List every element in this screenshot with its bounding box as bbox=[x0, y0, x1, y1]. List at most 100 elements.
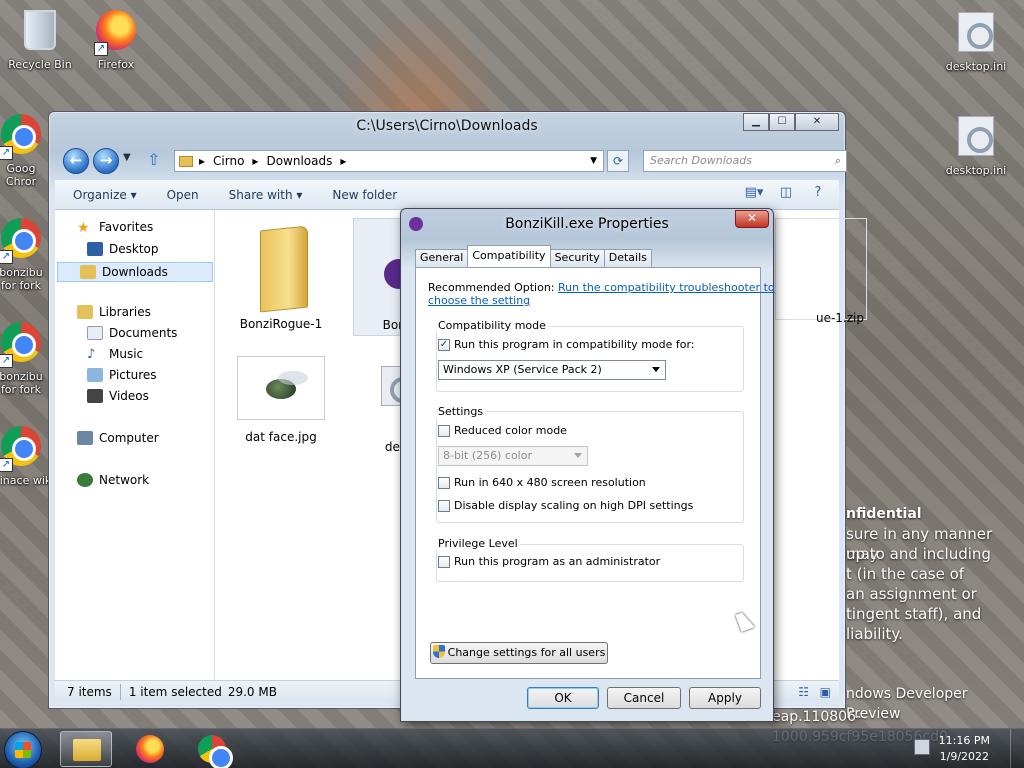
desktop-icon-bonzibuddy-2[interactable]: ↗ bonzibu for fork bbox=[0, 320, 52, 396]
desktop-icon-desktop-ini-1[interactable]: desktop.ini bbox=[936, 10, 1016, 73]
nav-pictures[interactable]: Pictures bbox=[87, 368, 157, 382]
breadcrumb-separator-icon[interactable]: ▸ bbox=[252, 154, 258, 168]
preview-pane-icon[interactable]: ◫ bbox=[775, 185, 797, 203]
tab-compatibility[interactable]: Compatibility bbox=[467, 245, 551, 267]
compat-os-select[interactable]: Windows XP (Service Pack 2) bbox=[438, 360, 666, 380]
maximize-button[interactable]: ☐ bbox=[769, 113, 795, 131]
nav-music[interactable]: ♪ Music bbox=[87, 347, 144, 362]
ok-button[interactable]: OK bbox=[527, 687, 599, 709]
file-item-bonzirogue-folder[interactable]: BonziRogue-1 bbox=[235, 218, 327, 331]
nav-libraries[interactable]: Libraries bbox=[77, 305, 151, 319]
checkbox-icon bbox=[438, 424, 450, 437]
checkbox-label: Disable display scaling on high DPI sett… bbox=[454, 499, 694, 512]
notification-area-icon[interactable] bbox=[914, 739, 930, 755]
apply-button[interactable]: Apply bbox=[689, 687, 761, 709]
privilege-label: Privilege Level bbox=[436, 537, 520, 550]
dialog-close-button[interactable]: ✕ bbox=[735, 210, 769, 228]
details-view-icon[interactable]: ☷ bbox=[798, 685, 809, 699]
desktop-icon-label: Recycle Bin bbox=[8, 58, 72, 71]
watermark-line: an assignment or bbox=[846, 585, 977, 603]
desktop-icon-chrome[interactable]: ↗ Goog Chror bbox=[0, 112, 52, 188]
desktop-icon-bonzibuddy-1[interactable]: ↗ bonzibu for fork bbox=[0, 216, 52, 292]
new-folder-button[interactable]: New folder bbox=[332, 188, 397, 202]
desktop-icon-recycle-bin[interactable]: Recycle Bin bbox=[0, 8, 80, 71]
selection-count: 1 item selected bbox=[128, 684, 222, 699]
run-as-admin-checkbox[interactable]: Run this program as an administrator bbox=[438, 555, 660, 568]
nav-documents[interactable]: Documents bbox=[87, 326, 177, 340]
troubleshooter-link-line2[interactable]: choose the setting bbox=[428, 294, 530, 307]
nav-downloads[interactable]: Downloads bbox=[57, 262, 213, 282]
nav-network[interactable]: Network bbox=[77, 473, 149, 487]
file-item-dat-face[interactable]: dat face.jpg bbox=[235, 356, 327, 444]
clock[interactable]: 11:16 PM 1/9/2022 bbox=[939, 733, 990, 765]
star-icon: ★ bbox=[77, 220, 90, 236]
tab-details[interactable]: Details bbox=[603, 249, 652, 267]
breadcrumb-cirno[interactable]: Cirno bbox=[213, 154, 244, 168]
color-depth-select: 8-bit (256) color bbox=[438, 446, 588, 466]
computer-icon bbox=[77, 431, 93, 445]
shortcut-arrow-icon: ↗ bbox=[0, 250, 13, 264]
address-dropdown-icon[interactable]: ▼ bbox=[590, 156, 597, 166]
breadcrumb-separator-icon[interactable]: ▸ bbox=[199, 154, 205, 168]
properties-dialog[interactable]: BonziKill.exe Properties ✕ General Compa… bbox=[400, 208, 775, 722]
minimize-button[interactable]: ▁ bbox=[743, 113, 769, 131]
nav-computer[interactable]: Computer bbox=[77, 431, 159, 445]
close-button[interactable]: ✕ bbox=[795, 113, 839, 131]
shortcut-arrow-icon: ↗ bbox=[94, 42, 108, 56]
desktop-icon-desktop-ini-2[interactable]: desktop.ini bbox=[936, 114, 1016, 177]
checkbox-icon bbox=[438, 499, 450, 512]
up-arrow-icon[interactable]: ⇧ bbox=[147, 150, 160, 169]
network-icon bbox=[77, 473, 93, 487]
forward-button[interactable]: → bbox=[93, 148, 119, 174]
selection-size: 29.0 MB bbox=[227, 684, 277, 699]
reduced-color-checkbox[interactable]: Reduced color mode bbox=[438, 424, 567, 437]
taskbar-chrome[interactable] bbox=[186, 731, 238, 768]
taskbar-explorer[interactable] bbox=[60, 731, 112, 767]
watermark-line: liability. bbox=[846, 625, 903, 643]
tab-general[interactable]: General bbox=[415, 249, 469, 267]
help-icon[interactable]: ? bbox=[807, 185, 829, 203]
refresh-button[interactable]: ⟳ bbox=[607, 150, 629, 172]
open-button[interactable]: Open bbox=[167, 188, 199, 202]
troubleshooter-link[interactable]: Run the compatibility troubleshooter to bbox=[558, 281, 775, 294]
file-item-bonzirogue-zip[interactable]: ue-1.zip bbox=[775, 218, 867, 325]
compat-mode-checkbox[interactable]: ✓ Run this program in compatibility mode… bbox=[438, 338, 695, 351]
recent-pages-chevron-icon[interactable]: ▼ bbox=[123, 152, 131, 163]
checkbox-label: Run in 640 x 480 screen resolution bbox=[454, 476, 646, 489]
caption-buttons: ▁ ☐ ✕ bbox=[743, 113, 839, 131]
cancel-button[interactable]: Cancel bbox=[607, 687, 681, 709]
nav-videos[interactable]: Videos bbox=[87, 389, 149, 403]
dpi-scaling-checkbox[interactable]: Disable display scaling on high DPI sett… bbox=[438, 499, 693, 512]
breadcrumb-downloads[interactable]: Downloads bbox=[266, 154, 332, 168]
settings-label: Settings bbox=[436, 405, 486, 418]
search-icon[interactable]: ⌕ bbox=[835, 151, 841, 171]
desktop-icon-firefox[interactable]: ↗ Firefox bbox=[76, 8, 156, 71]
tab-security[interactable]: Security bbox=[549, 249, 605, 267]
nav-desktop[interactable]: Desktop bbox=[87, 242, 159, 256]
desktop-icon-label: Firefox bbox=[97, 58, 135, 71]
compat-mode-label: Compatibility mode bbox=[436, 319, 548, 332]
breadcrumb-separator-icon[interactable]: ▸ bbox=[340, 154, 346, 168]
res-640-checkbox[interactable]: Run in 640 x 480 screen resolution bbox=[438, 476, 646, 489]
nav-favorites[interactable]: ★ Favorites bbox=[77, 220, 153, 236]
change-view-icon[interactable]: ▤▾ bbox=[743, 185, 765, 203]
address-bar[interactable]: ▸ Cirno ▸ Downloads ▸ ▼ bbox=[174, 150, 604, 172]
back-button[interactable]: ← bbox=[63, 148, 89, 174]
share-with-menu[interactable]: Share with ▾ bbox=[229, 188, 303, 202]
nav-label: Documents bbox=[109, 326, 178, 340]
large-icons-view-icon[interactable]: ▣ bbox=[820, 685, 831, 699]
folder-icon bbox=[179, 155, 193, 167]
recommended-label: Recommended Option: Run the compatibilit… bbox=[428, 281, 775, 294]
change-settings-all-users-button[interactable]: Change settings for all users bbox=[430, 642, 608, 664]
desktop-icon-label: winace wik bbox=[0, 474, 52, 487]
button-label: Change settings for all users bbox=[447, 646, 606, 659]
nav-label: Music bbox=[109, 347, 144, 361]
organize-menu[interactable]: Organize ▾ bbox=[73, 188, 137, 202]
desktop-icon-winace[interactable]: ↗ winace wik bbox=[0, 424, 52, 487]
music-icon: ♪ bbox=[87, 347, 96, 362]
start-button[interactable] bbox=[4, 731, 42, 768]
search-placeholder: Search Downloads bbox=[650, 154, 752, 167]
show-desktop-button[interactable] bbox=[1010, 729, 1024, 768]
search-input[interactable]: Search Downloads ⌕ bbox=[643, 150, 847, 172]
taskbar-firefox[interactable] bbox=[124, 731, 176, 767]
